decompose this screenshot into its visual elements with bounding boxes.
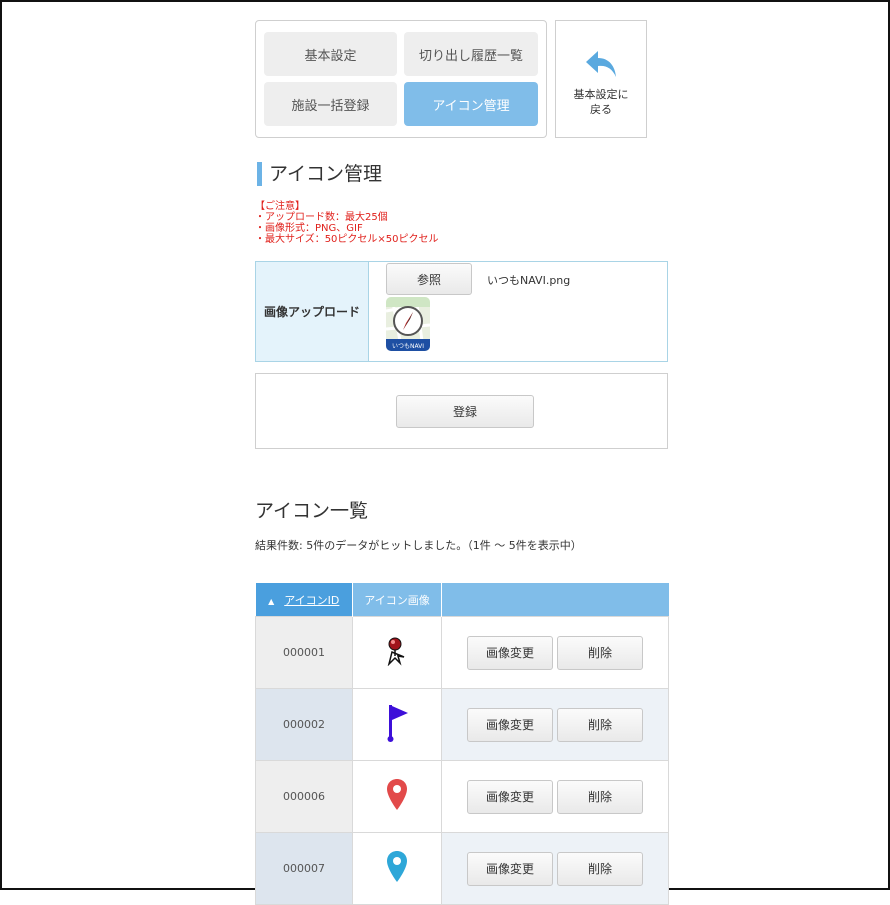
delete-button[interactable]: 削除 bbox=[557, 635, 643, 670]
table-row: 000007 画像変更 削除 bbox=[255, 832, 669, 905]
back-arrow-icon bbox=[586, 51, 616, 77]
table-row: 000001 画像変更 削除 bbox=[255, 616, 669, 689]
navi-app-icon: いつもNAVI bbox=[386, 297, 430, 351]
note-line: 【ご注意】 bbox=[255, 201, 305, 212]
icon-actions: 画像変更 削除 bbox=[441, 760, 669, 833]
change-image-button[interactable]: 画像変更 bbox=[467, 851, 553, 886]
icon-id: 000006 bbox=[255, 760, 353, 833]
nav-panel: 基本設定 切り出し履歴一覧 施設一括登録 アイコン管理 bbox=[255, 20, 547, 138]
column-header-actions bbox=[441, 583, 669, 617]
column-header-icon-id[interactable]: ▲ アイコンID bbox=[255, 583, 353, 617]
purple-flag-icon bbox=[387, 705, 408, 742]
change-image-button[interactable]: 画像変更 bbox=[467, 635, 553, 670]
upload-label: 画像アップロード bbox=[256, 262, 369, 361]
icon-actions: 画像変更 削除 bbox=[441, 688, 669, 761]
note-line: ・画像形式：PNG、GIF bbox=[255, 223, 363, 234]
preview-caption: いつもNAVI bbox=[392, 343, 424, 350]
table-row: 000006 画像変更 削除 bbox=[255, 760, 669, 833]
result-count: 結果件数: 5件のデータがヒットしました。（1件 ～ 5件を表示中） bbox=[255, 539, 582, 552]
sort-by-id-link[interactable]: アイコンID bbox=[284, 594, 339, 607]
nav-export-history[interactable]: 切り出し履歴一覧 bbox=[404, 32, 538, 76]
red-pin-hand-icon bbox=[387, 637, 405, 667]
selected-filename: いつもNAVI.png bbox=[487, 274, 571, 287]
register-panel: 登録 bbox=[255, 373, 668, 449]
icon-id: 000002 bbox=[255, 688, 353, 761]
upload-preview-image: いつもNAVI bbox=[386, 297, 430, 351]
icon-id: 000001 bbox=[255, 616, 353, 689]
upload-notes: 【ご注意】 ・アップロード数：最大25個 ・画像形式：PNG、GIF ・最大サイ… bbox=[255, 201, 439, 245]
table-row: 000002 画像変更 削除 bbox=[255, 688, 669, 761]
icon-actions: 画像変更 削除 bbox=[441, 832, 669, 905]
change-image-button[interactable]: 画像変更 bbox=[467, 779, 553, 814]
icon-list-title: アイコン一覧 bbox=[255, 500, 369, 522]
upload-form: 画像アップロード 参照 いつもNAVI.png いつもNAVI bbox=[255, 261, 668, 362]
change-image-button[interactable]: 画像変更 bbox=[467, 707, 553, 742]
page-title: アイコン管理 bbox=[257, 162, 382, 186]
table-header-row: ▲ アイコンID アイコン画像 bbox=[255, 583, 669, 617]
icon-actions: 画像変更 削除 bbox=[441, 616, 669, 689]
red-map-pin-icon bbox=[387, 779, 407, 810]
note-line: ・アップロード数：最大25個 bbox=[255, 212, 388, 223]
upload-field: 参照 いつもNAVI.png いつもNAVI bbox=[369, 262, 667, 361]
note-line: ・最大サイズ：50ピクセル×50ピクセル bbox=[255, 234, 439, 245]
back-label: 基本設定に戻る bbox=[573, 88, 629, 116]
icon-id: 000007 bbox=[255, 832, 353, 905]
register-button[interactable]: 登録 bbox=[396, 395, 534, 428]
icon-image-cell bbox=[352, 760, 442, 833]
nav-facility-bulk-register[interactable]: 施設一括登録 bbox=[264, 82, 397, 126]
icon-image-cell bbox=[352, 688, 442, 761]
delete-button[interactable]: 削除 bbox=[557, 707, 643, 742]
column-header-icon-image: アイコン画像 bbox=[352, 583, 442, 617]
nav-icon-management[interactable]: アイコン管理 bbox=[404, 82, 538, 126]
nav-basic-settings[interactable]: 基本設定 bbox=[264, 32, 397, 76]
back-to-settings-button[interactable]: 基本設定に戻る bbox=[555, 20, 647, 138]
browse-button[interactable]: 参照 bbox=[386, 263, 472, 295]
sort-ascending-icon: ▲ bbox=[268, 596, 275, 606]
delete-button[interactable]: 削除 bbox=[557, 779, 643, 814]
icon-image-cell bbox=[352, 832, 442, 905]
icon-table: ▲ アイコンID アイコン画像 000001 画像変更 削除 000002 画像… bbox=[255, 583, 669, 905]
delete-button[interactable]: 削除 bbox=[557, 851, 643, 886]
blue-map-pin-icon bbox=[387, 851, 407, 882]
icon-image-cell bbox=[352, 616, 442, 689]
